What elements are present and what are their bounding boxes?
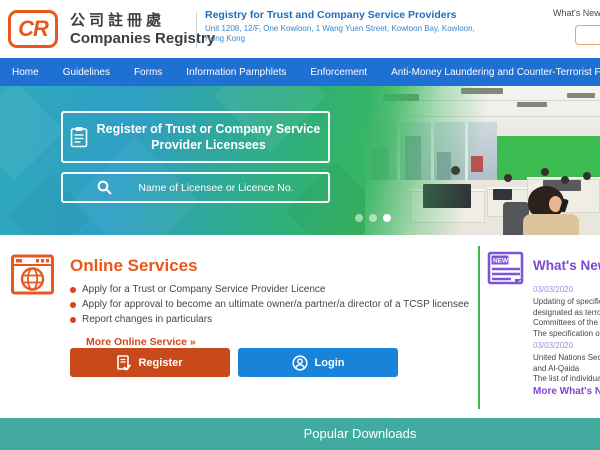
address-line-2: Hong Kong (205, 34, 475, 44)
news-item-2[interactable]: 03/03/2020 United Nations Security Counc… (533, 341, 600, 385)
registry-title: Registry for Trust and Company Service P… (205, 9, 505, 21)
news-item-text: Updating of specification of names of pe… (533, 297, 600, 308)
photo-green-overlay (365, 86, 600, 235)
register-document-icon (117, 355, 131, 371)
login-user-icon (292, 355, 308, 371)
news-item-1[interactable]: 03/03/2020 Updating of specification of … (533, 285, 600, 339)
login-button-label: Login (315, 357, 345, 369)
column-divider (478, 246, 480, 409)
news-icon: NEWS (487, 249, 525, 289)
more-online-service-link[interactable]: More Online Service » (86, 336, 196, 348)
carousel-dots (355, 214, 391, 222)
bullet-icon (70, 317, 76, 323)
licensee-search-input[interactable]: Name of Licensee or Licence No. (61, 172, 330, 203)
online-services-title: Online Services (70, 256, 198, 276)
more-whats-new-link[interactable]: More What's New › (533, 386, 600, 397)
popular-downloads-title: Popular Downloads (304, 426, 417, 441)
register-of-licensees-banner[interactable]: Register of Trust or Company Service Pro… (61, 111, 330, 163)
login-button[interactable]: Login (238, 348, 398, 377)
news-item-text: United Nations Security Council List on … (533, 353, 600, 364)
bullet-label: Report changes in particulars (82, 314, 212, 325)
bullet-label: Apply for approval to become an ultimate… (82, 299, 469, 310)
carousel-dot-3-active[interactable] (383, 214, 391, 222)
news-item-text: The specification of names of relevant p… (533, 329, 600, 340)
online-services-globe-icon (10, 252, 55, 297)
main-nav: Home Guidelines Forms Information Pamphl… (0, 58, 600, 86)
hex-pattern (0, 86, 64, 180)
bullet-icon (70, 287, 76, 293)
nav-item-enforcement[interactable]: Enforcement (298, 67, 379, 78)
register-button[interactable]: Register (70, 348, 230, 377)
bullet-icon (70, 302, 76, 308)
whats-new-title: What's New (533, 258, 600, 273)
registry-address: Unit 1208, 12/F, One Kowloon, 1 Wang Yue… (205, 24, 475, 44)
online-service-link-apply-approval[interactable]: Apply for approval to become an ultimate… (70, 299, 469, 310)
site-header: CR 公司註冊處 Companies Registry Registry for… (0, 0, 600, 58)
nav-item-home[interactable]: Home (0, 67, 51, 78)
search-icon (97, 180, 112, 195)
news-item-text: and Al-Qaida (533, 364, 600, 375)
main-content: Online Services Apply for a Trust or Com… (0, 235, 600, 418)
news-item-text: designated as terrorists or associates b… (533, 308, 600, 319)
svg-text:NEWS: NEWS (493, 258, 513, 265)
address-line-1: Unit 1208, 12/F, One Kowloon, 1 Wang Yue… (205, 24, 475, 34)
news-item-text: Committees of the United Nations Securit… (533, 318, 600, 329)
clipboard-icon (70, 126, 88, 148)
hero-banner: Register of Trust or Company Service Pro… (0, 86, 600, 235)
nav-item-forms[interactable]: Forms (122, 67, 174, 78)
office-photo (365, 86, 600, 235)
search-placeholder: Name of Licensee or Licence No. (138, 182, 293, 194)
cr-logo[interactable]: CR (8, 10, 58, 48)
bullet-label: Apply for a Trust or Company Service Pro… (82, 284, 325, 295)
news-item-date: 03/03/2020 (533, 341, 600, 350)
carousel-dot-1[interactable] (355, 214, 363, 222)
cr-logo-text: CR (18, 16, 48, 42)
banner-title: Register of Trust or Company Service Pro… (96, 121, 321, 153)
carousel-dot-2[interactable] (369, 214, 377, 222)
news-item-date: 03/03/2020 (533, 285, 600, 294)
header-divider (196, 12, 197, 48)
online-service-link-apply-licence[interactable]: Apply for a Trust or Company Service Pro… (70, 284, 325, 295)
popular-downloads-bar: Popular Downloads (0, 418, 600, 450)
nav-item-guidelines[interactable]: Guidelines (51, 67, 122, 78)
nav-item-information-pamphlets[interactable]: Information Pamphlets (174, 67, 298, 78)
org-name-english: Companies Registry (70, 30, 215, 47)
online-service-link-report-changes[interactable]: Report changes in particulars (70, 314, 212, 325)
header-action-button[interactable] (575, 25, 600, 45)
nav-item-aml-ctf[interactable]: Anti-Money Laundering and Counter-Terror… (379, 67, 600, 78)
org-name-chinese: 公司註冊處 (70, 9, 165, 30)
header-whats-new-link[interactable]: What's New (553, 8, 600, 18)
news-item-text: The list of individuals, groups and enti… (533, 374, 600, 385)
register-button-label: Register (138, 357, 182, 369)
